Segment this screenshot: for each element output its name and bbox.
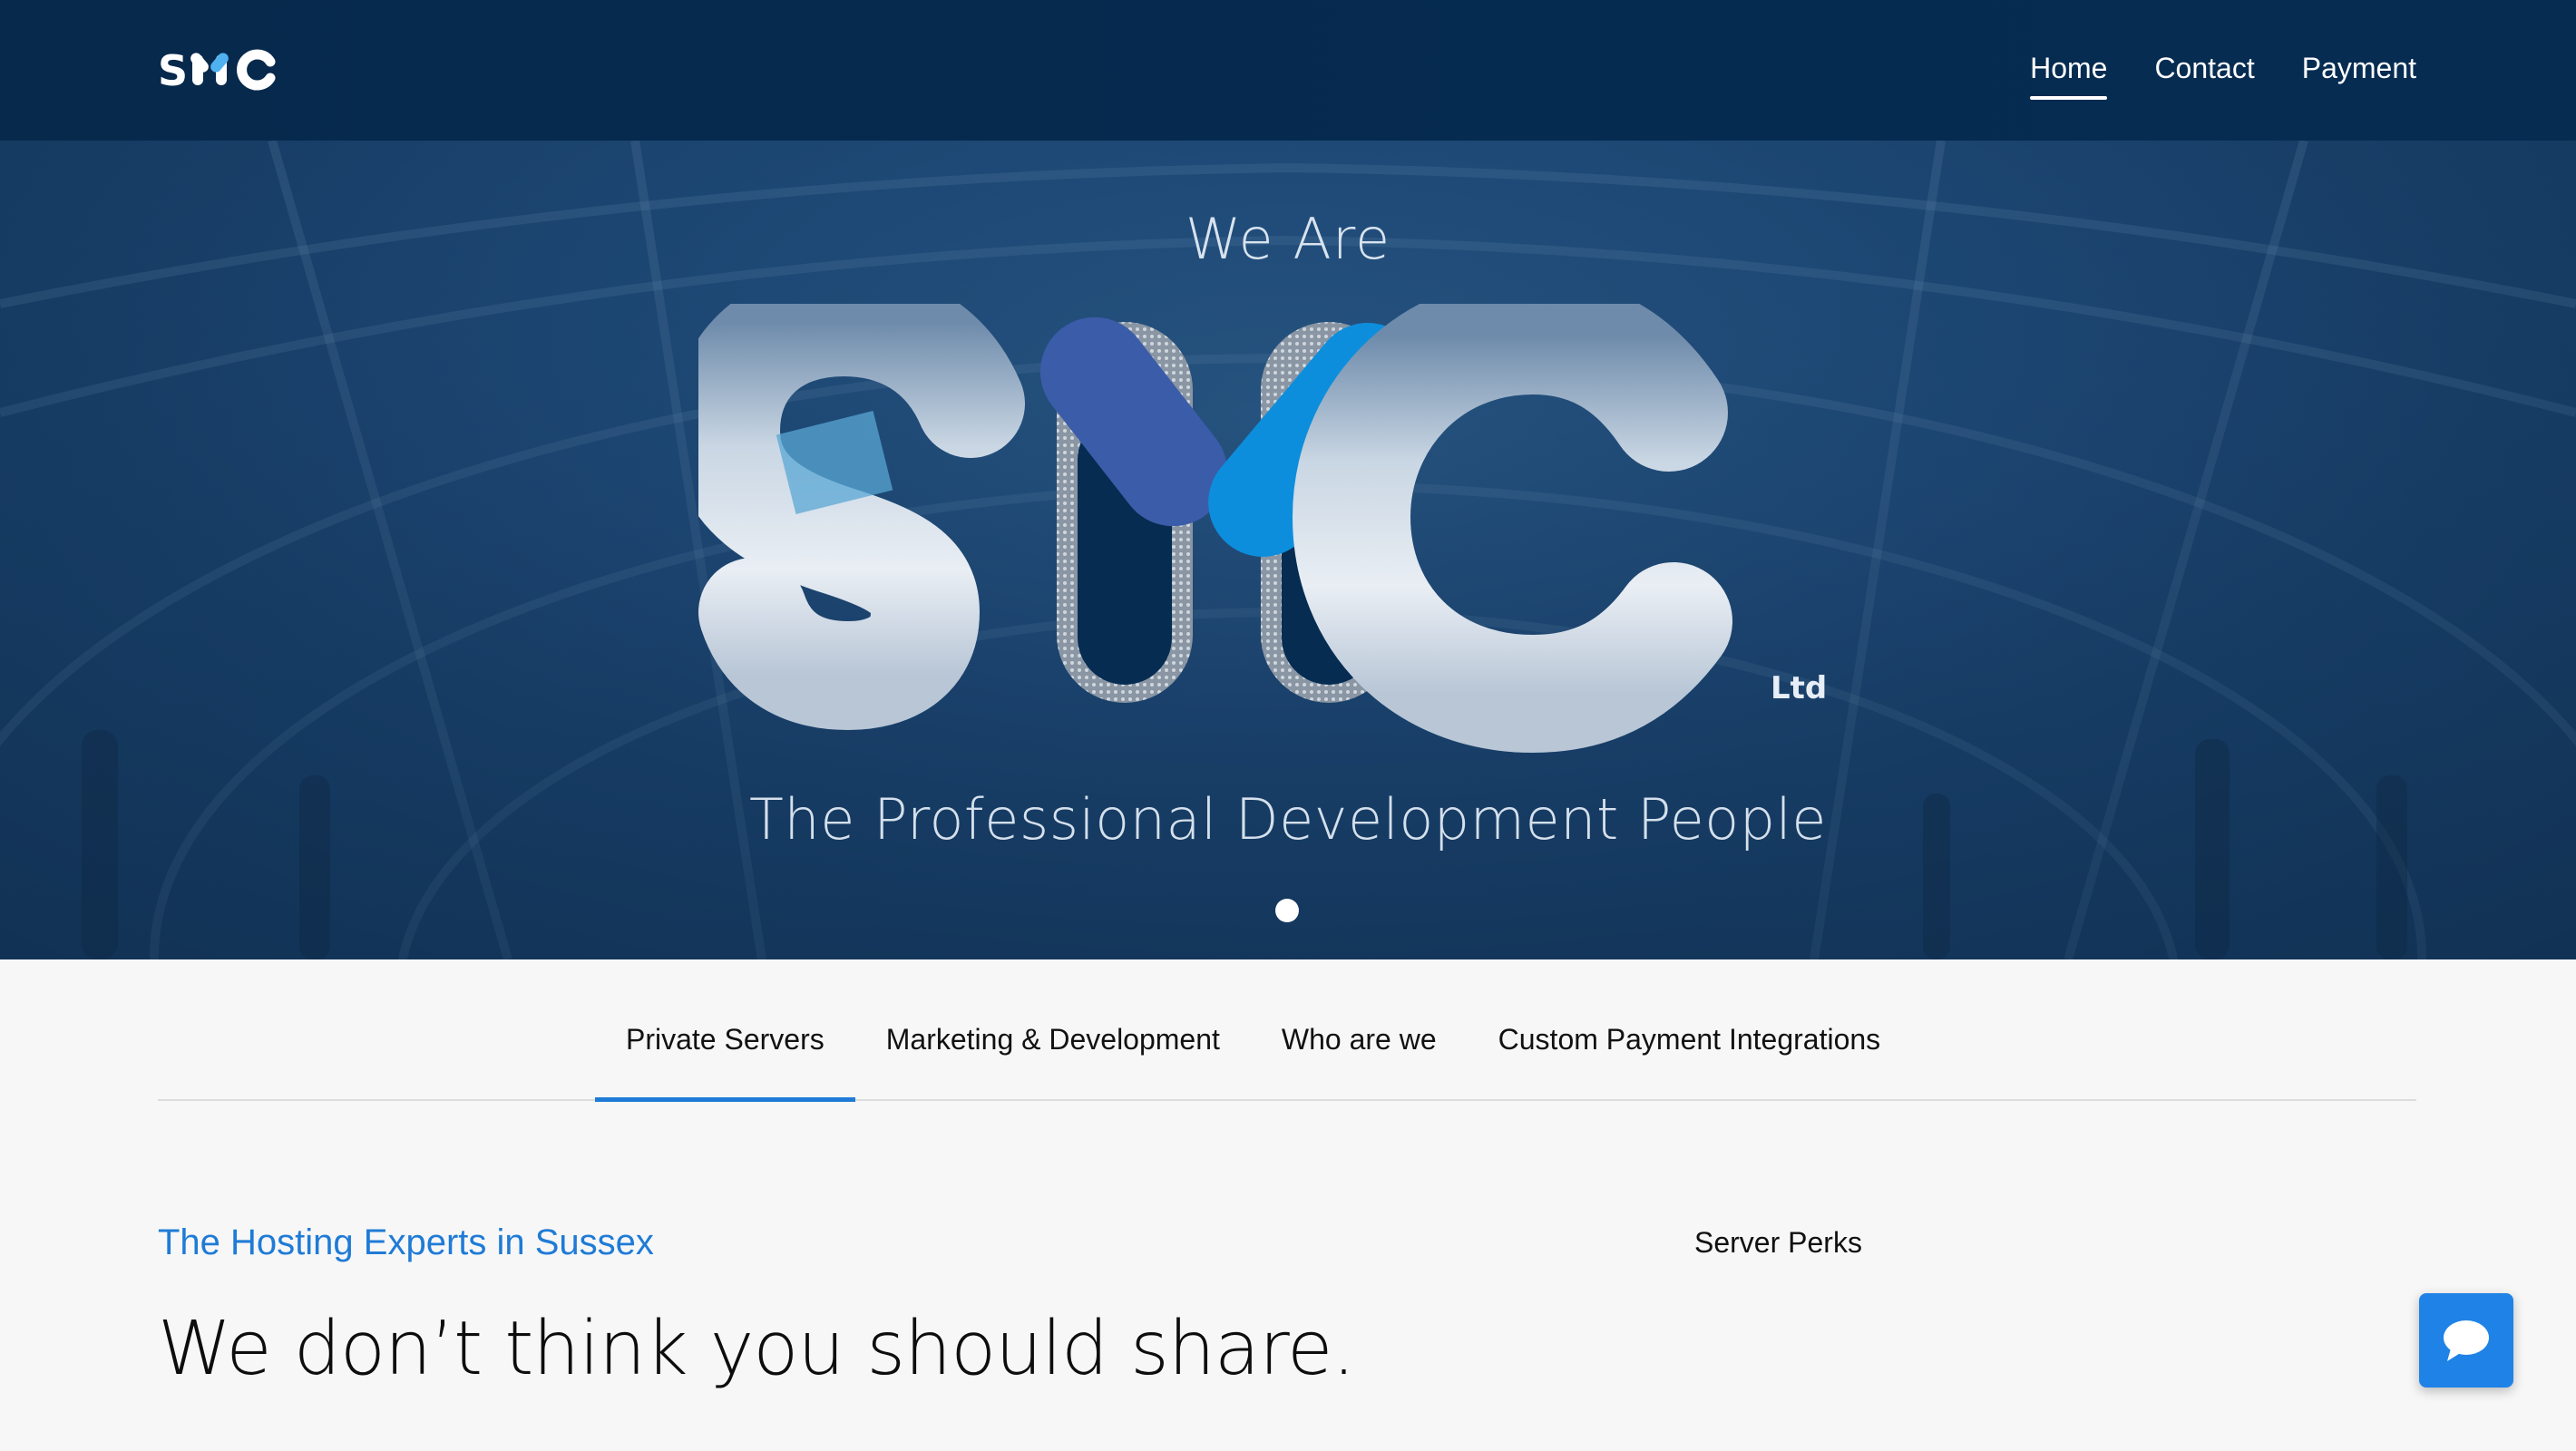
- main-nav: Home Contact Payment: [2030, 47, 2416, 100]
- smc-logo[interactable]: S: [158, 47, 276, 91]
- tab-private-servers[interactable]: Private Servers: [595, 1023, 855, 1102]
- carousel-dot-1[interactable]: [1275, 899, 1299, 922]
- section-eyebrow: The Hosting Experts in Sussex: [158, 1222, 654, 1262]
- tab-list: Private Servers Marketing & Development …: [595, 1023, 1912, 1102]
- hero-banner: We Are Ltd The Professional Development …: [0, 141, 2576, 959]
- chat-widget-button[interactable]: [2419, 1293, 2513, 1388]
- tab-custom-payment-integrations[interactable]: Custom Payment Integrations: [1468, 1023, 1912, 1096]
- section-headline: We don’t think you should share.: [158, 1306, 1356, 1392]
- hero-kicker: We Are: [1185, 206, 1391, 272]
- top-navbar: S Home Contact Payment: [0, 0, 2576, 141]
- server-perks-heading: Server Perks: [1694, 1226, 1862, 1259]
- chat-bubble-icon: [2444, 1320, 2489, 1361]
- tab-marketing-development[interactable]: Marketing & Development: [855, 1023, 1251, 1096]
- nav-contact-link[interactable]: Contact: [2154, 47, 2254, 98]
- svg-text:S: S: [158, 47, 188, 91]
- tab-who-are-we[interactable]: Who are we: [1251, 1023, 1468, 1096]
- services-tabs: Private Servers Marketing & Development …: [158, 959, 2416, 1102]
- hero-logo-ltd: Ltd: [1771, 670, 1827, 706]
- nav-home-link[interactable]: Home: [2030, 47, 2108, 100]
- nav-payment-link[interactable]: Payment: [2302, 47, 2416, 98]
- hero-tagline: The Professional Development People: [749, 786, 1827, 852]
